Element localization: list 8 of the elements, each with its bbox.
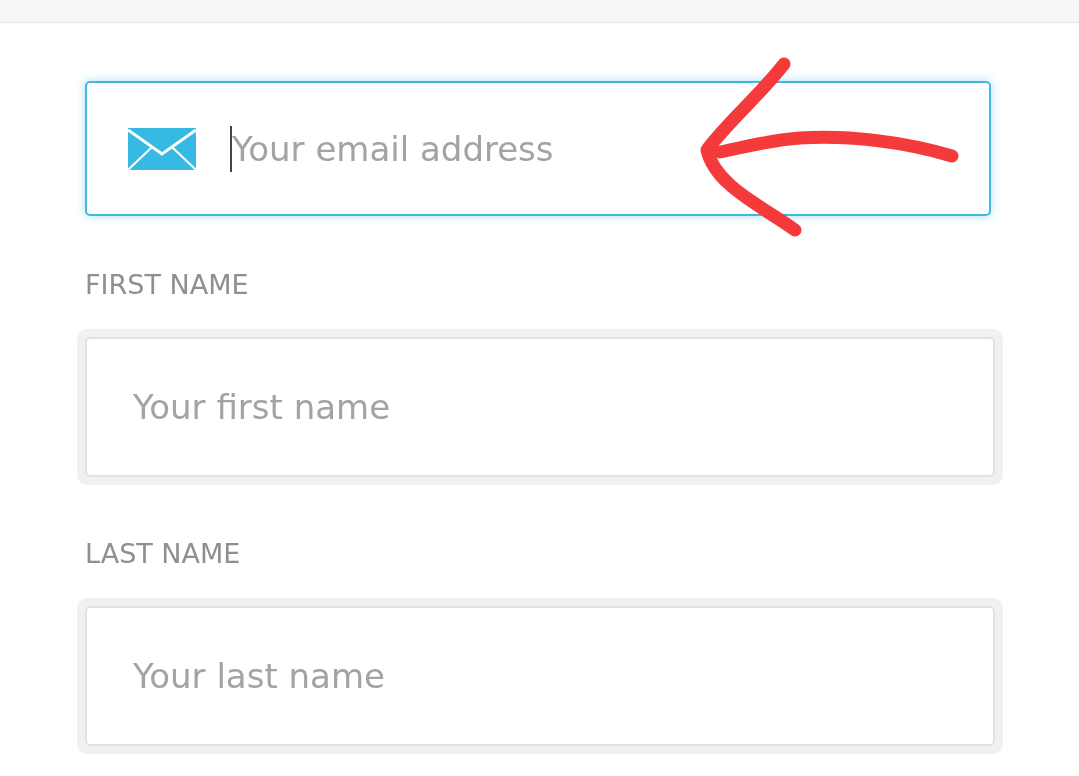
envelope-icon xyxy=(128,127,196,170)
text-field[interactable]: Your last name xyxy=(85,606,995,746)
field-label: LAST NAME xyxy=(85,537,241,571)
text-field[interactable]: Your first name xyxy=(85,337,995,477)
field-label: FIRST NAME xyxy=(85,268,249,302)
text-cursor xyxy=(230,125,232,172)
email-field[interactable]: Your email address xyxy=(85,81,991,216)
email-input[interactable]: Your email address xyxy=(232,128,792,169)
